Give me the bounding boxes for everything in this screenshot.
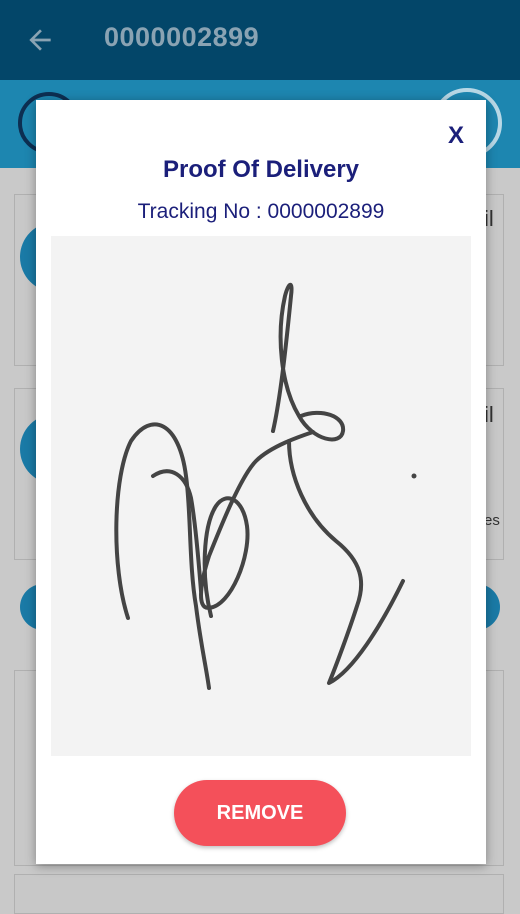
proof-of-delivery-dialog: X Proof Of Delivery Tracking No : 000000… [36, 100, 486, 864]
signature-stroke [287, 439, 405, 685]
signature-stroke [271, 282, 345, 442]
signature-dot [411, 473, 417, 479]
signature-drawing [114, 282, 417, 690]
close-button[interactable]: X [448, 122, 464, 150]
remove-button[interactable]: REMOVE [174, 780, 346, 846]
signature-stroke [199, 430, 315, 618]
tracking-number: Tracking No : 0000002899 [137, 200, 385, 223]
dialog-title: Proof Of Delivery [162, 156, 360, 183]
signature-pad[interactable] [51, 236, 471, 756]
signature-stroke [114, 422, 211, 690]
